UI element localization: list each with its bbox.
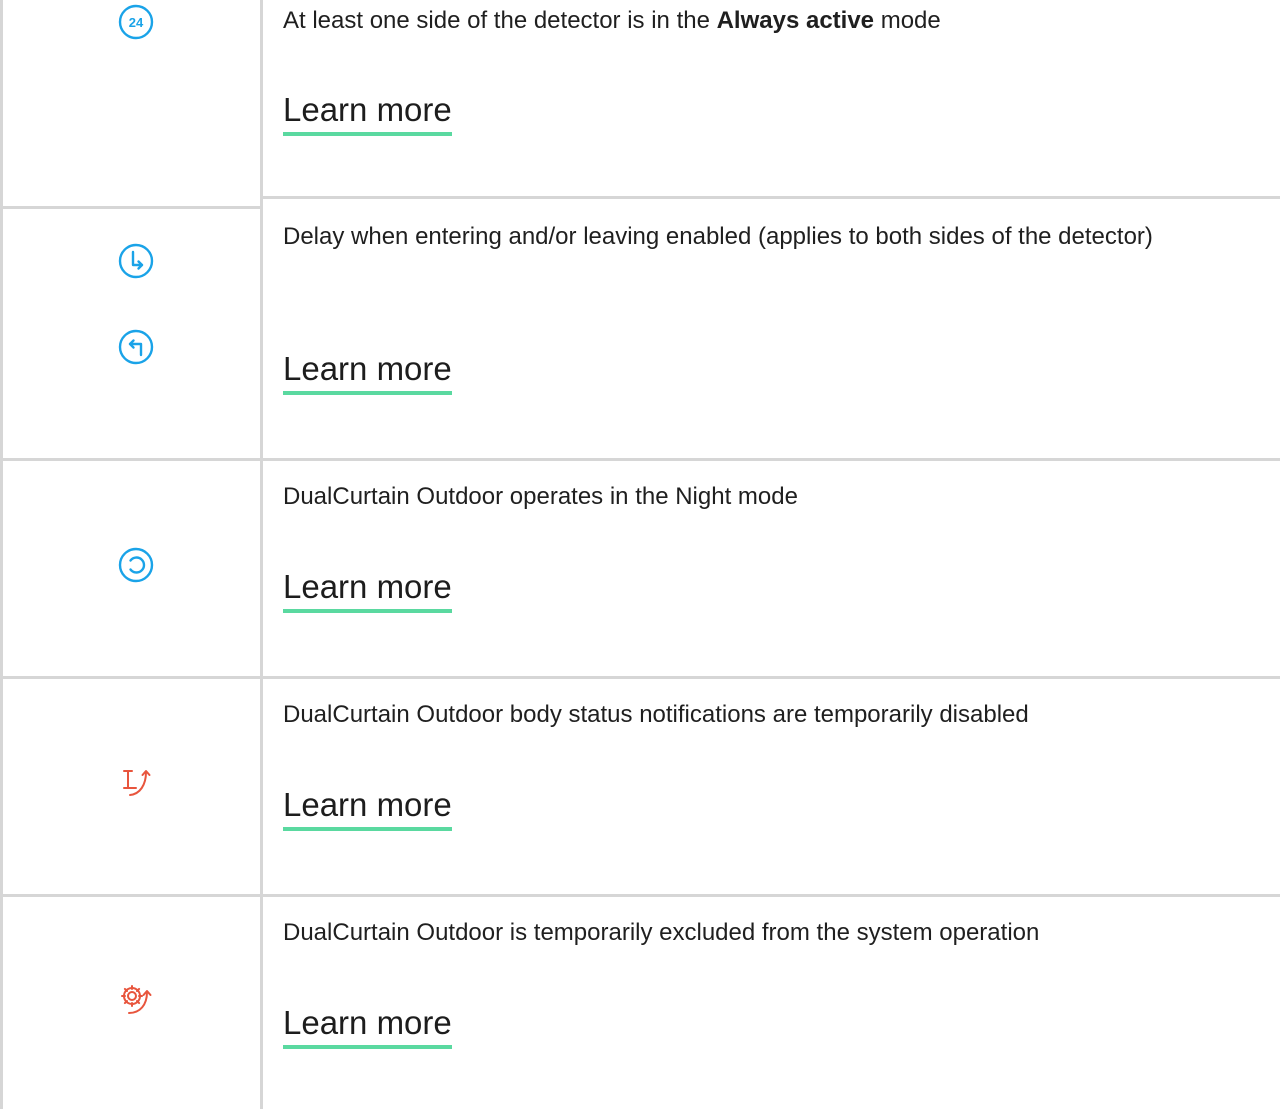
row-description: DualCurtain Outdoor body status notifica… (283, 701, 1029, 728)
row-description: DualCurtain Outdoor is temporarily exclu… (283, 919, 1040, 946)
table-row: Delay when entering and/or leaving enabl… (0, 209, 1280, 458)
lid-notifications-disabled-icon (123, 770, 151, 796)
icon-cell (3, 461, 260, 676)
delay-leaving-icon (118, 329, 154, 365)
row-divider (260, 196, 1280, 199)
table-row: DualCurtain Outdoor is temporarily exclu… (0, 897, 1280, 1109)
icon-cell (3, 209, 260, 458)
row-description: Delay when entering and/or leaving enabl… (283, 223, 1153, 250)
night-mode-icon (118, 547, 154, 583)
temporarily-deactivated-icon (121, 985, 152, 1014)
learn-more-link[interactable]: Learn more (283, 1003, 452, 1049)
table-row: DualCurtain Outdoor body status notifica… (0, 679, 1280, 894)
icon-cell (3, 897, 260, 1109)
row-description: At least one side of the detector is in … (283, 7, 941, 34)
table-row: DualCurtain Outdoor operates in the Nigh… (0, 461, 1280, 676)
svg-text:24: 24 (129, 15, 144, 30)
learn-more-link[interactable]: Learn more (283, 567, 452, 613)
row-description: DualCurtain Outdoor operates in the Nigh… (283, 483, 798, 510)
always-active-24-icon: 24 (118, 4, 154, 40)
learn-more-link[interactable]: Learn more (283, 90, 452, 136)
learn-more-link[interactable]: Learn more (283, 785, 452, 831)
status-icons-table: 24 At least one side of the detector is … (0, 0, 1280, 1109)
icon-cell (3, 679, 260, 894)
always-active-mode-name: Always active (716, 7, 875, 34)
icon-cell: 24 (3, 0, 260, 196)
learn-more-link[interactable]: Learn more (283, 349, 452, 395)
table-row: 24 At least one side of the detector is … (0, 0, 1280, 196)
delay-entering-icon (118, 243, 154, 279)
